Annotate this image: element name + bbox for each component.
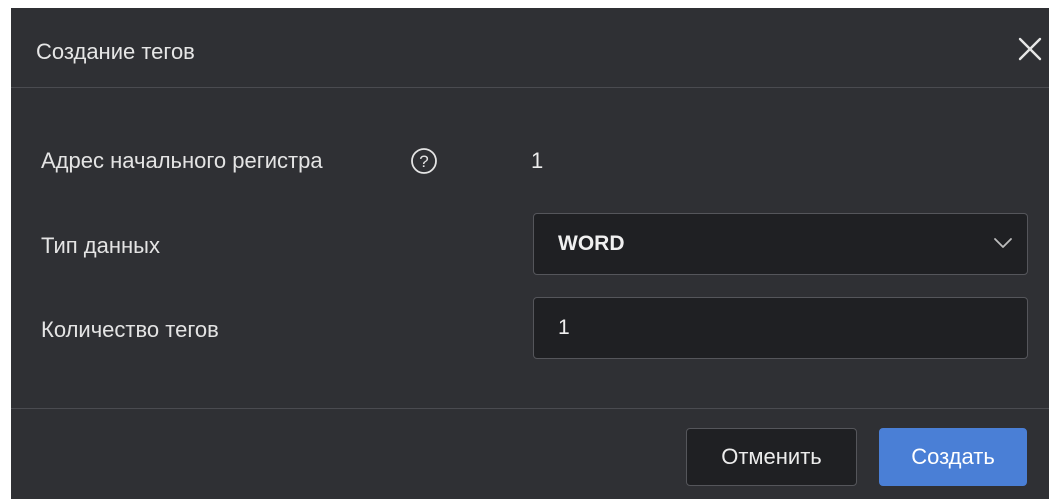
tag-count-input[interactable] bbox=[533, 297, 1028, 359]
dialog-title: Создание тегов bbox=[36, 39, 195, 64]
dialog-header: Создание тегов bbox=[11, 8, 1049, 88]
question-circle-icon[interactable]: ? bbox=[410, 147, 438, 175]
create-tags-dialog: Создание тегов Адрес начального регистра… bbox=[11, 8, 1049, 499]
cancel-button[interactable]: Отменить bbox=[686, 428, 857, 486]
start-address-label: Адрес начального регистра bbox=[41, 148, 323, 173]
svg-text:?: ? bbox=[419, 152, 428, 171]
create-button[interactable]: Создать bbox=[879, 428, 1027, 486]
data-type-select[interactable]: WORD bbox=[533, 213, 1028, 275]
tag-count-label: Количество тегов bbox=[41, 317, 219, 342]
close-button[interactable] bbox=[1017, 36, 1043, 62]
data-type-label: Тип данных bbox=[41, 233, 160, 258]
data-type-selected-value: WORD bbox=[558, 232, 625, 255]
start-address-value: 1 bbox=[531, 148, 544, 173]
close-icon bbox=[1018, 37, 1042, 61]
footer-divider bbox=[11, 408, 1049, 409]
chevron-down-icon bbox=[994, 238, 1012, 248]
